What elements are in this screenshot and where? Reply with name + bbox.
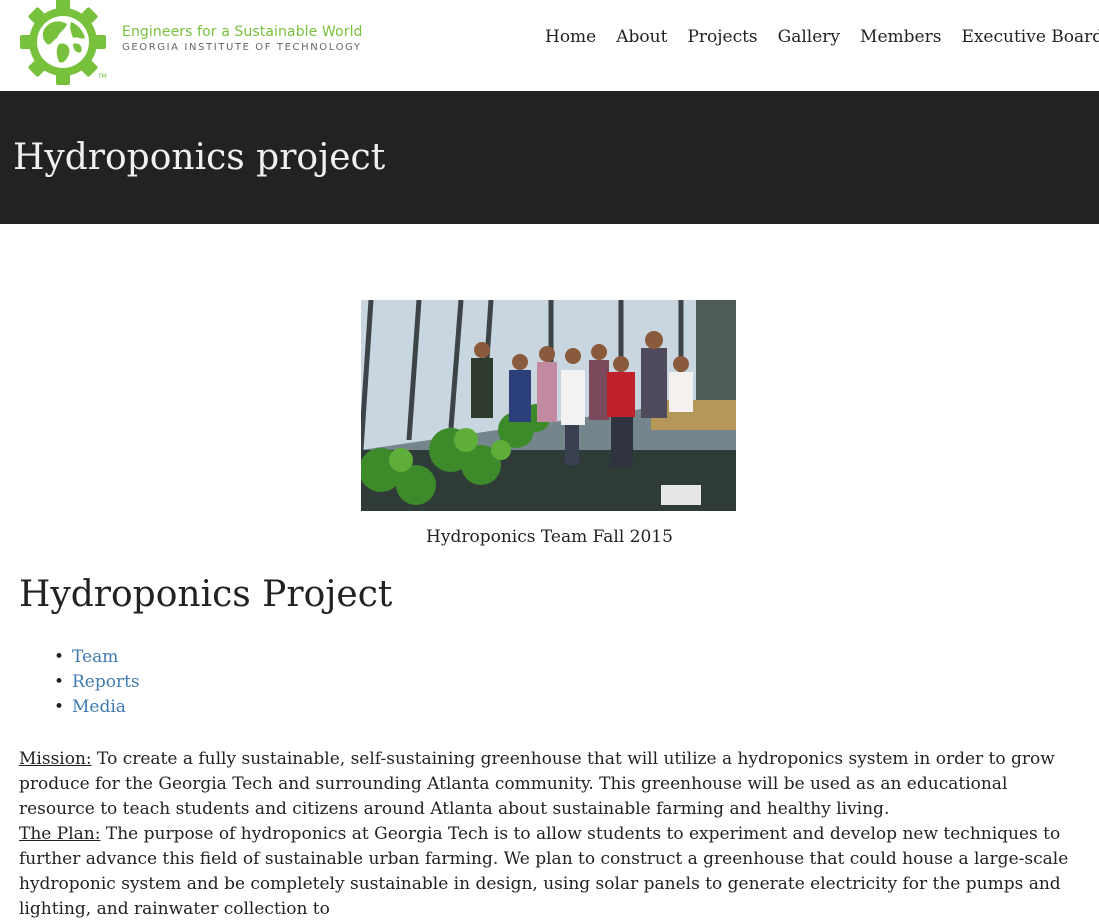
site-header: TM Engineers for a Sustainable World GEO… [0, 0, 1099, 91]
mission-text: To create a fully sustainable, self-sust… [19, 749, 1055, 819]
list-item: • Media [54, 695, 140, 720]
nav-item-projects[interactable]: Projects [687, 27, 757, 47]
page-title: Hydroponics project [13, 137, 386, 178]
team-link[interactable]: Team [72, 647, 118, 667]
team-photo-caption: Hydroponics Team Fall 2015 [426, 527, 673, 547]
reports-link[interactable]: Reports [72, 672, 140, 692]
nav-item-executive-board[interactable]: Executive Board Me [961, 27, 1099, 47]
plan-label: The Plan: [19, 824, 101, 844]
page-banner: Hydroponics project [0, 91, 1099, 224]
bullet-icon: • [54, 647, 65, 667]
list-item: • Reports [54, 670, 140, 695]
bullet-icon: • [54, 672, 65, 692]
site-name-line1: Engineers for a Sustainable World [122, 24, 363, 40]
mission-paragraph: Mission: To create a fully sustainable, … [19, 747, 1079, 822]
trademark-mark: TM [97, 73, 107, 80]
esw-globe-gear-logo-icon[interactable]: TM [18, 0, 108, 86]
plan-paragraph: The Plan: The purpose of hydroponics at … [19, 822, 1079, 922]
team-photo-illustration [361, 300, 736, 511]
list-item: • Team [54, 645, 140, 670]
media-link[interactable]: Media [72, 697, 126, 717]
nav-item-gallery[interactable]: Gallery [778, 27, 840, 47]
main-nav: Home About Projects Gallery Members Executive… [545, 27, 1099, 47]
section-heading: Hydroponics Project [19, 574, 393, 615]
bullet-icon: • [54, 697, 65, 717]
mission-label: Mission: [19, 749, 92, 769]
site-name-line2: GEORGIA INSTITUTE OF TECHNOLOGY [122, 42, 362, 53]
team-photo[interactable] [361, 300, 736, 511]
project-description: Mission: To create a fully sustainable, … [19, 747, 1079, 922]
site-name[interactable]: Engineers for a Sustainable World GEORGI… [122, 24, 363, 53]
nav-item-home[interactable]: Home [545, 27, 596, 47]
nav-item-members[interactable]: Members [860, 27, 941, 47]
nav-item-about[interactable]: About [616, 27, 667, 47]
plan-text: The purpose of hydroponics at Georgia Te… [19, 824, 1069, 919]
project-links: • Team • Reports • Media [54, 645, 140, 720]
